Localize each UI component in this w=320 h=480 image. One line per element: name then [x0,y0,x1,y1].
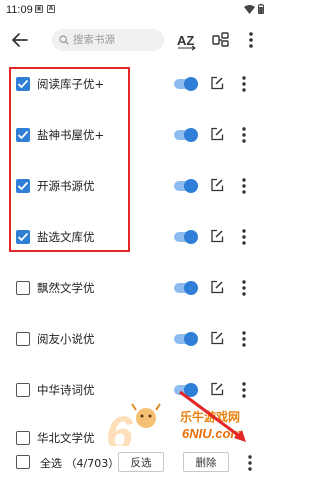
edit-icon[interactable] [210,229,224,243]
edit-icon[interactable] [210,178,224,192]
checkbox-unchecked[interactable] [16,332,30,346]
list-item[interactable]: 飘然文学优 [0,264,270,314]
enable-toggle[interactable] [174,77,198,91]
enable-toggle[interactable] [174,230,198,244]
enable-toggle[interactable] [174,281,198,295]
list-item[interactable]: 阅友小说优 [0,315,270,365]
annotation-highlight-box [9,67,130,252]
enable-toggle[interactable] [174,179,198,193]
more-icon[interactable] [240,228,248,246]
svg-text:AZ: AZ [177,33,194,48]
status-bar: 11:09 ▣ A [0,0,270,20]
notification-app-icon: ▣ [35,5,43,13]
more-icon[interactable] [240,75,248,93]
sort-az-icon[interactable]: AZ [176,31,198,51]
more-icon[interactable] [240,126,248,144]
delete-button[interactable]: 删除 [183,452,229,472]
more-icon[interactable] [240,330,248,348]
edit-icon[interactable] [210,280,224,294]
battery-icon [258,4,264,14]
more-options-icon[interactable] [242,30,260,50]
source-name: 华北文学优 [37,431,95,445]
bottom-action-bar: 全选 （4/703） 反选 删除 [0,446,270,480]
annotation-arrow [179,390,246,442]
checkbox-unchecked[interactable] [16,383,30,397]
enable-toggle[interactable] [174,128,198,142]
select-all-checkbox[interactable] [16,455,30,469]
back-arrow-icon[interactable] [10,30,30,50]
status-right-icons [244,4,264,14]
selection-count: （4/703） [65,457,120,470]
search-box[interactable] [52,29,164,51]
search-input[interactable] [73,34,153,46]
search-icon [59,35,69,45]
notification-a-icon: A [47,5,55,13]
select-all-label: 全选 （4/703） [40,457,120,470]
more-icon[interactable] [240,177,248,195]
edit-icon[interactable] [210,76,224,90]
edit-icon[interactable] [210,331,224,345]
enable-toggle[interactable] [174,332,198,346]
source-name: 飘然文学优 [37,281,95,295]
toolbar: AZ [0,24,270,56]
status-notification-icons: ▣ A [35,5,55,13]
status-time: 11:09 [6,4,33,16]
checkbox-unchecked[interactable] [16,281,30,295]
checkbox-unchecked[interactable] [16,431,30,445]
invert-selection-button[interactable]: 反选 [118,452,164,472]
source-name: 阅友小说优 [37,332,95,346]
edit-icon[interactable] [210,127,224,141]
more-icon[interactable] [240,279,248,297]
more-actions-icon[interactable] [246,454,254,472]
group-manage-icon[interactable] [212,31,230,49]
wifi-icon [244,4,255,14]
source-name: 中华诗词优 [37,383,95,397]
